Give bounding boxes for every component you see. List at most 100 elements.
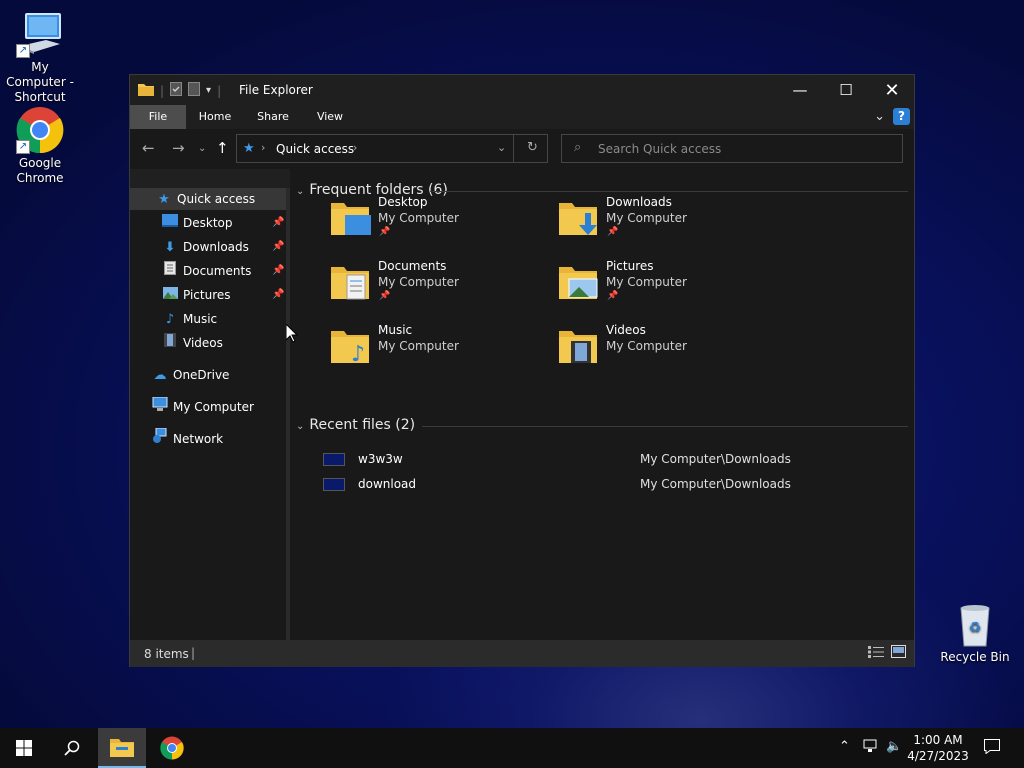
sidebar-item-videos[interactable]: Videos (130, 332, 286, 354)
desktop-folder-icon (331, 197, 371, 237)
new-folder-icon[interactable] (188, 82, 201, 99)
breadcrumb-separator-icon: › (261, 141, 266, 154)
file-thumbnail-icon (323, 478, 345, 491)
sidebar-item-label: OneDrive (173, 368, 230, 382)
maximize-button[interactable]: ☐ (823, 75, 869, 105)
content-pane: ⌄ Frequent folders (6) Desktop My Compute… (290, 169, 914, 640)
desktop-icon-chrome[interactable]: ↗ Google Chrome (0, 106, 80, 186)
breadcrumb-separator-icon[interactable]: › (353, 141, 357, 154)
taskbar: ⌃ 🔈 1:00 AM 4/27/2023 (0, 728, 1024, 768)
sidebar-item-desktop[interactable]: Desktop (130, 212, 286, 234)
sidebar-item-quick-access[interactable]: ★ Quick access (130, 188, 286, 210)
folder-tile-pictures[interactable]: Pictures My Computer 📌 (559, 259, 779, 315)
show-hidden-icons-chevron-icon[interactable]: ⌃ (839, 739, 850, 754)
divider: | (217, 83, 222, 98)
search-icon (64, 740, 80, 756)
folder-name: Documents (378, 259, 447, 273)
search-button[interactable] (48, 728, 96, 768)
sidebar-item-label: Quick access (177, 192, 256, 206)
tab-share[interactable]: Share (250, 105, 296, 129)
recent-files-header[interactable]: ⌄ Recent files (2) (296, 417, 415, 433)
folder-tile-documents[interactable]: Documents My Computer 📌 (331, 259, 551, 315)
desktop-icon-label: Recycle Bin (940, 650, 1010, 664)
status-bar: 8 items | (130, 640, 914, 667)
computer-icon (152, 396, 168, 419)
minimize-button[interactable]: — (777, 75, 823, 105)
divider (422, 426, 908, 427)
quick-access-toolbar: | ▾ | (138, 82, 221, 99)
folder-name: Pictures (606, 259, 654, 273)
folder-location: My Computer (606, 211, 687, 225)
quick-access-star-icon: ★ (158, 191, 170, 207)
sidebar-item-label: Videos (183, 336, 223, 350)
large-icons-view-icon[interactable] (891, 645, 906, 661)
breadcrumb-quick-access[interactable]: Quick access (276, 142, 354, 156)
customize-toolbar-icon[interactable]: ▾ (206, 85, 211, 96)
pin-icon: 📌 (607, 227, 619, 237)
divider (430, 191, 908, 192)
tab-view[interactable]: View (308, 105, 352, 129)
address-bar[interactable]: ★ › Quick access › ⌄ ↻ (236, 134, 548, 163)
title-bar[interactable]: | ▾ | File Explorer — ☐ ✕ (130, 75, 914, 105)
close-button[interactable]: ✕ (869, 75, 915, 105)
properties-icon[interactable] (170, 82, 183, 99)
desktop-icon-my-computer[interactable]: ↗ My Computer - Shortcut (0, 10, 80, 105)
sidebar-item-pictures[interactable]: Pictures (130, 284, 286, 306)
tab-file[interactable]: File (130, 105, 186, 129)
tab-home[interactable]: Home (192, 105, 238, 129)
sidebar-item-network[interactable]: Network (130, 427, 286, 450)
videos-folder-icon (559, 325, 599, 365)
clock-time: 1:00 AM (913, 733, 963, 747)
sidebar-item-label: Downloads (183, 240, 249, 254)
sidebar-item-documents[interactable]: Documents (130, 260, 286, 282)
file-name: w3w3w (358, 452, 403, 466)
folder-name: Desktop (378, 195, 428, 209)
taskbar-file-explorer[interactable] (98, 728, 146, 768)
sidebar-item-music[interactable]: ♪ Music (130, 308, 286, 330)
folder-tile-desktop[interactable]: Desktop My Computer 📌 (331, 195, 551, 251)
videos-icon (162, 332, 178, 355)
recent-locations-chevron-icon[interactable]: ⌄ (198, 143, 206, 154)
search-input[interactable] (598, 140, 888, 158)
folder-tile-downloads[interactable]: Downloads My Computer 📌 (559, 195, 779, 251)
cloud-icon: ☁ (153, 367, 167, 383)
back-arrow-icon[interactable]: ← (142, 139, 155, 157)
action-center-icon[interactable] (984, 739, 1000, 758)
expand-ribbon-chevron-icon[interactable]: ⌄ (874, 109, 885, 124)
taskbar-clock[interactable]: 1:00 AM 4/27/2023 (906, 732, 970, 764)
recent-file-row[interactable]: download My Computer\Downloads (323, 475, 883, 495)
desktop-icon-recycle-bin[interactable]: ♻ Recycle Bin (935, 600, 1015, 665)
documents-icon (162, 260, 178, 283)
sidebar-item-label: Network (173, 432, 224, 446)
network-tray-icon[interactable] (863, 739, 879, 757)
pin-icon: 📌 (272, 241, 285, 252)
start-button[interactable] (0, 728, 48, 768)
folder-tile-music[interactable]: ♪ Music My Computer (331, 323, 551, 379)
address-dropdown-chevron-icon[interactable]: ⌄ (497, 141, 506, 154)
sidebar-item-my-computer[interactable]: My Computer (130, 396, 286, 418)
downloads-folder-icon (559, 197, 599, 237)
pin-icon: 📌 (272, 265, 285, 276)
shortcut-arrow-icon: ↗ (16, 140, 30, 154)
folder-tile-videos[interactable]: Videos My Computer (559, 323, 779, 379)
volume-icon[interactable]: 🔈 (886, 739, 902, 754)
clock-date: 4/27/2023 (907, 749, 969, 763)
details-view-icon[interactable] (868, 646, 884, 661)
forward-arrow-icon[interactable]: → (172, 139, 185, 157)
mouse-cursor-icon (286, 324, 298, 343)
refresh-icon[interactable]: ↻ (527, 140, 538, 155)
svg-text:♪: ♪ (351, 342, 365, 365)
downloads-icon: ⬇ (164, 239, 176, 255)
quick-access-star-icon: ★ (243, 141, 255, 156)
file-path: My Computer\Downloads (640, 477, 791, 491)
taskbar-chrome[interactable] (148, 728, 196, 768)
recent-file-row[interactable]: w3w3w My Computer\Downloads (323, 450, 883, 470)
sidebar-item-onedrive[interactable]: ☁ OneDrive (130, 364, 286, 386)
search-box[interactable]: ⌕ (561, 134, 903, 163)
up-arrow-icon[interactable]: ↑ (216, 139, 229, 157)
folder-name: Videos (606, 323, 646, 337)
sidebar-item-label: Desktop (183, 216, 233, 230)
folder-location: My Computer (606, 275, 687, 289)
help-icon[interactable]: ? (893, 108, 910, 125)
sidebar-item-downloads[interactable]: ⬇ Downloads (130, 236, 286, 258)
